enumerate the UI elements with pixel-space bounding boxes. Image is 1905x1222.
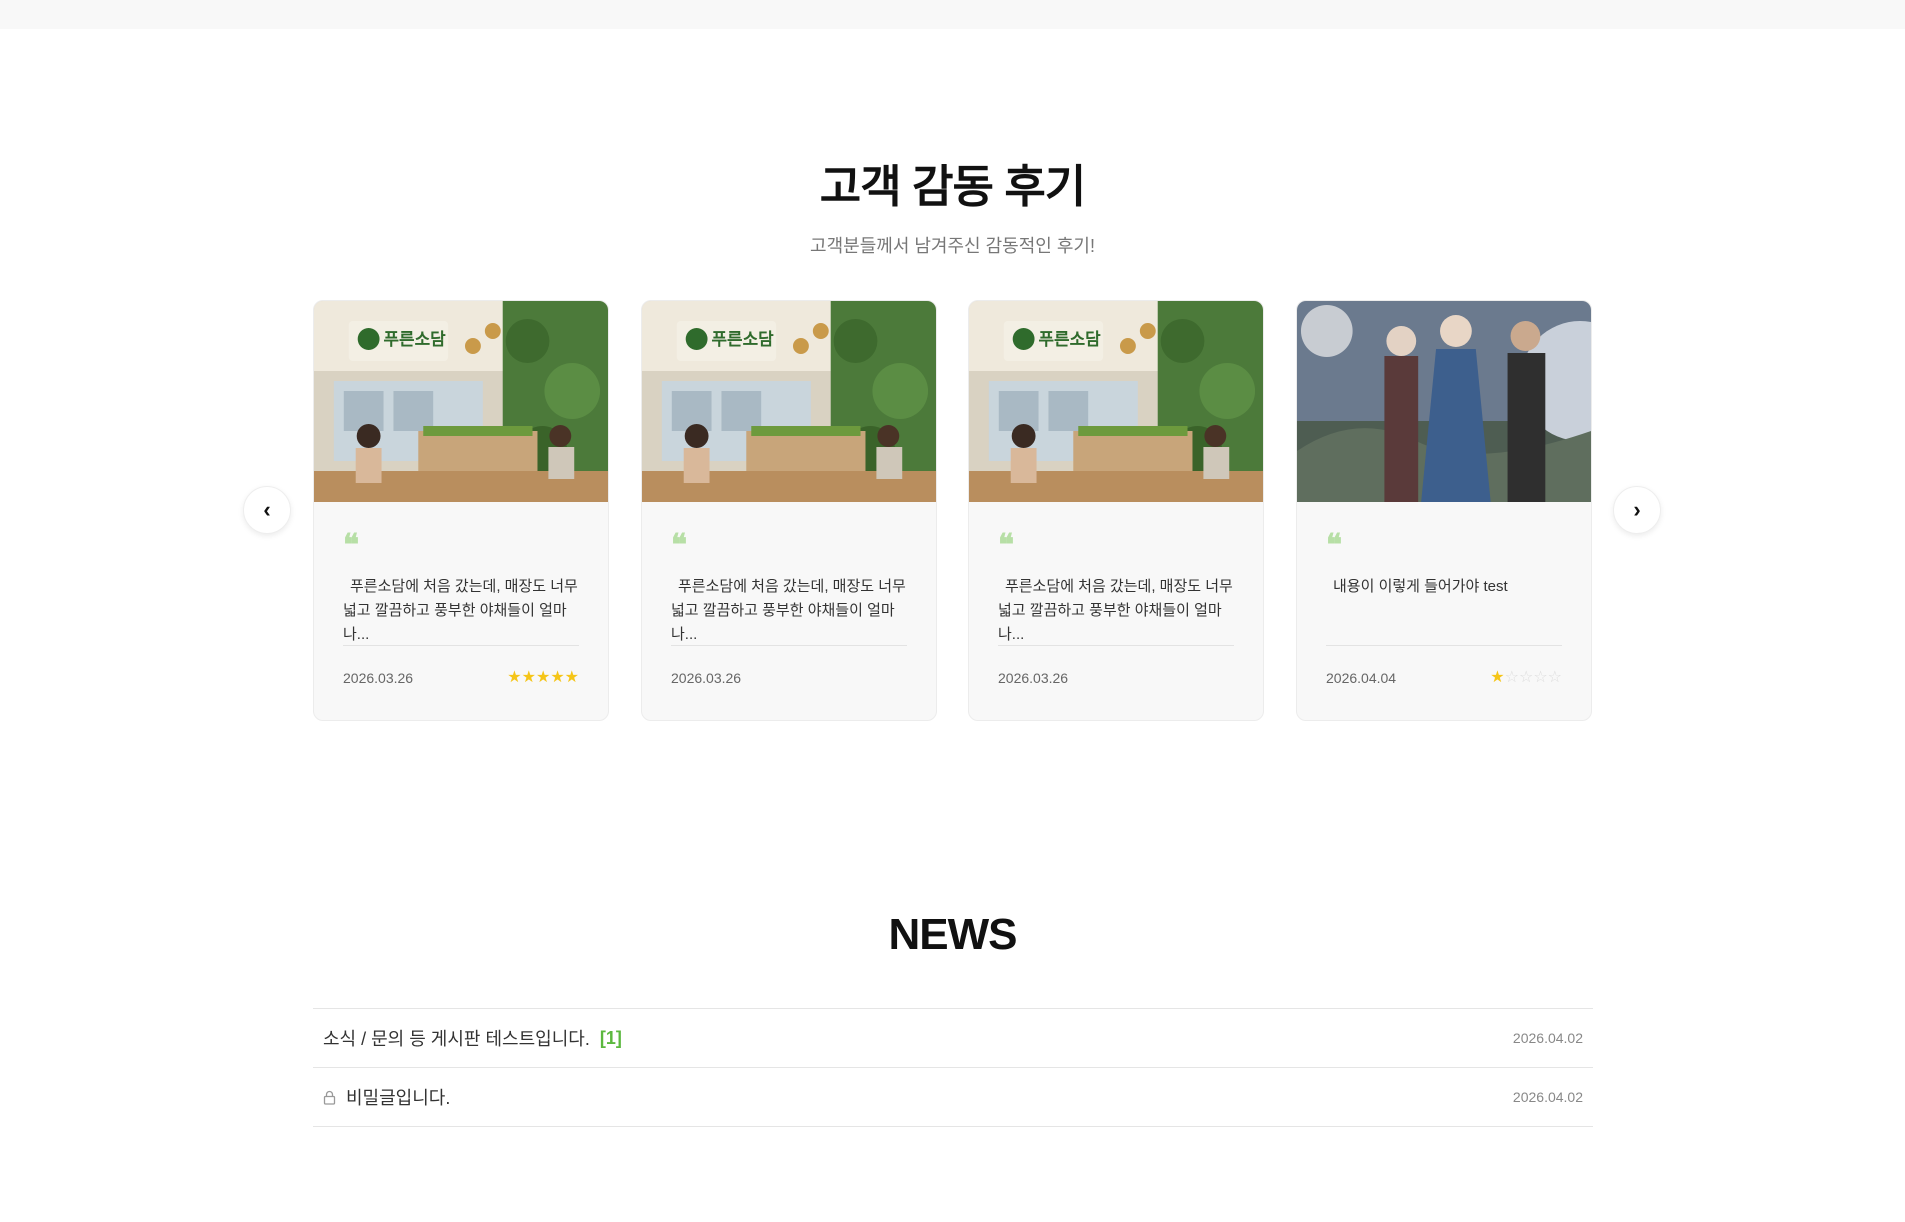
review-image-fantasy-characters <box>1297 301 1591 502</box>
review-text: 푸른소담에 처음 갔는데, 매장도 너무 넓고 깔끔하고 풍부한 야채들이 얼마… <box>998 578 1233 643</box>
review-text: 푸른소담에 처음 갔는데, 매장도 너무 넓고 깔끔하고 풍부한 야채들이 얼마… <box>343 578 578 643</box>
quote-icon: ❝ <box>1326 528 1343 563</box>
review-date: 2026.04.04 <box>1326 670 1397 686</box>
news-item[interactable]: 소식 / 문의 등 게시판 테스트입니다. [1] 2026.04.02 <box>313 1009 1593 1068</box>
card-divider <box>1326 645 1562 646</box>
comment-count-badge: [1] <box>599 1027 622 1048</box>
star-icon: ★ <box>535 669 551 686</box>
review-text: 내용이 이렇게 들어가야 test <box>1333 578 1508 595</box>
chevron-left-icon: ‹ <box>263 497 271 522</box>
news-list: 소식 / 문의 등 게시판 테스트입니다. [1] 2026.04.02 비밀글… <box>313 1008 1593 1127</box>
news-item-date: 2026.04.02 <box>1512 1030 1583 1046</box>
star-rating: ★☆☆☆☆ <box>1490 667 1562 687</box>
review-card[interactable]: 푸른소담 ❝ 푸른소담에 처음 갔는데, 매장도 너무 넓고 깔끔하고 풍부한 … <box>968 300 1264 721</box>
star-icon: ★ <box>507 669 522 686</box>
quote-icon: ❝ <box>671 528 688 563</box>
review-section-title: 고객 감동 후기 <box>819 161 1086 212</box>
lock-icon <box>323 1090 336 1105</box>
top-bar <box>0 0 1905 29</box>
quote-icon: ❝ <box>998 528 1015 563</box>
star-rating: ★★★★★ <box>507 667 579 687</box>
svg-text:푸른소담: 푸른소담 <box>712 329 775 349</box>
review-card[interactable]: 푸른소담 ❝ 푸른소담에 처음 갔는데, 매장도 너무 넓고 깔끔하고 풍부한 … <box>313 300 609 721</box>
news-item-title[interactable]: 소식 / 문의 등 게시판 테스트입니다. <box>323 1025 590 1051</box>
star-icon: ★ <box>1490 669 1505 686</box>
news-item[interactable]: 비밀글입니다. 2026.04.02 <box>313 1068 1593 1127</box>
review-image-restaurant: 푸른소담 <box>642 301 936 502</box>
svg-text:푸른소담: 푸른소담 <box>384 329 447 349</box>
chevron-right-icon: › <box>1633 497 1641 522</box>
news-section-title: NEWS <box>888 910 1018 959</box>
star-empty-icon: ☆ <box>1504 669 1519 686</box>
carousel-prev-button[interactable]: ‹ <box>243 486 291 534</box>
star-empty-icon: ☆ <box>1518 669 1534 686</box>
review-card[interactable]: ❝ 내용이 이렇게 들어가야 test 2026.04.04 ★☆☆☆☆ <box>1296 300 1592 721</box>
star-empty-icon: ☆ <box>1547 669 1562 686</box>
review-date: 2026.03.26 <box>671 670 742 686</box>
quote-icon: ❝ <box>343 528 360 563</box>
review-card[interactable]: 푸른소담 ❝ 푸른소담에 처음 갔는데, 매장도 너무 넓고 깔끔하고 풍부한 … <box>641 300 937 721</box>
news-item-title[interactable]: 비밀글입니다. <box>346 1084 450 1110</box>
review-date: 2026.03.26 <box>343 670 414 686</box>
card-divider <box>998 645 1234 646</box>
star-icon: ★ <box>521 669 536 686</box>
card-divider <box>343 645 579 646</box>
card-divider <box>671 645 907 646</box>
svg-text:푸른소담: 푸른소담 <box>1039 329 1102 349</box>
review-date: 2026.03.26 <box>998 670 1069 686</box>
review-image-restaurant: 푸른소담 <box>314 301 608 502</box>
star-icon: ★ <box>550 669 565 686</box>
star-icon: ★ <box>564 669 579 686</box>
review-text: 푸른소담에 처음 갔는데, 매장도 너무 넓고 깔끔하고 풍부한 야채들이 얼마… <box>671 578 906 643</box>
review-image-restaurant: 푸른소담 <box>969 301 1263 502</box>
review-section-subtitle: 고객분들께서 남겨주신 감동적인 후기! <box>810 236 1095 256</box>
star-empty-icon: ☆ <box>1533 669 1548 686</box>
carousel-next-button[interactable]: › <box>1613 486 1661 534</box>
news-item-date: 2026.04.02 <box>1512 1089 1583 1105</box>
